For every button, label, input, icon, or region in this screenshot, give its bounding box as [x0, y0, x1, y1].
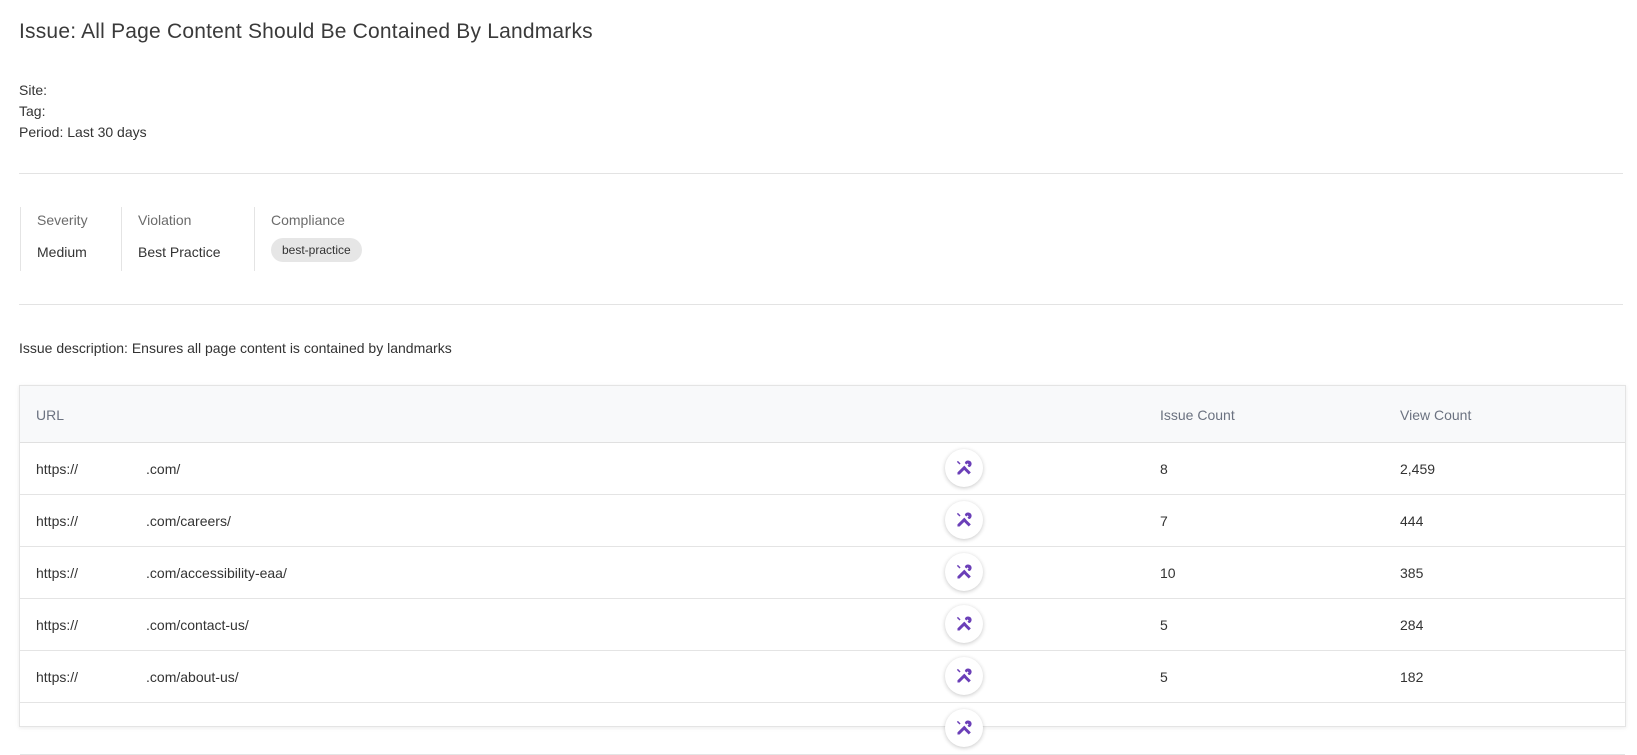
issue-count-cell: 5: [1160, 669, 1168, 685]
url-prefix: https://: [36, 617, 79, 633]
compliance-property: Compliance best-practice: [254, 207, 407, 271]
fix-issue-button[interactable]: [945, 553, 983, 591]
issue-description: Issue description: Ensures all page cont…: [19, 340, 452, 356]
url-cell[interactable]: https:// .com/careers/: [36, 513, 231, 529]
issue-count-cell: 7: [1160, 513, 1168, 529]
fix-issue-button[interactable]: [945, 501, 983, 539]
issue-count-cell: 8: [1160, 461, 1168, 477]
issue-page: Issue: All Page Content Should Be Contai…: [0, 0, 1637, 755]
violation-label: Violation: [138, 212, 192, 228]
issue-count-cell: 10: [1160, 565, 1176, 581]
redacted-domain: [78, 516, 146, 526]
tools-icon: [956, 668, 972, 683]
severity-label: Severity: [37, 212, 88, 228]
table-row[interactable]: https:// .com/careers/ 7 444: [20, 495, 1625, 547]
url-prefix: https://: [36, 513, 79, 529]
url-path: .com/careers/: [146, 513, 231, 529]
url-path: .com/contact-us/: [146, 617, 249, 633]
url-cell[interactable]: https:// .com/about-us/: [36, 669, 239, 685]
url-prefix: https://: [36, 461, 79, 477]
fix-issue-button[interactable]: [945, 449, 983, 487]
url-path: .com/: [146, 461, 181, 477]
url-cell[interactable]: https:// .com/: [36, 461, 180, 477]
view-count-cell: 284: [1400, 617, 1424, 633]
tools-icon: [956, 616, 972, 631]
tag-label: Tag:: [19, 103, 46, 119]
table-row[interactable]: https:// .com/contact-us/ 5 284: [20, 599, 1625, 651]
fix-issue-button[interactable]: [945, 657, 983, 695]
column-header-issue-count[interactable]: Issue Count: [1160, 407, 1235, 423]
view-count-cell: 182: [1400, 669, 1424, 685]
redacted-domain: [78, 568, 146, 578]
issue-meta: Site: Tag: Period: Last 30 days: [19, 80, 147, 143]
url-path: .com/about-us/: [146, 669, 239, 685]
violation-property: Violation Best Practice: [121, 207, 254, 271]
severity-property: Severity Medium: [20, 207, 121, 271]
compliance-label: Compliance: [271, 212, 345, 228]
tools-icon: [956, 564, 972, 579]
fix-issue-button[interactable]: [945, 605, 983, 643]
url-path: .com/accessibility-eaa/: [146, 565, 287, 581]
site-label: Site:: [19, 82, 48, 98]
table-header: URL Issue Count View Count: [20, 386, 1625, 443]
severity-value: Medium: [37, 244, 87, 260]
redacted-domain: [78, 464, 146, 474]
redacted-domain: [78, 672, 146, 682]
violation-value: Best Practice: [138, 244, 221, 260]
divider: [19, 304, 1623, 305]
url-cell[interactable]: https:// .com/contact-us/: [36, 617, 249, 633]
url-table: URL Issue Count View Count https:// .com/…: [19, 385, 1626, 755]
table-row[interactable]: [20, 703, 1625, 755]
issue-count-cell: 5: [1160, 617, 1168, 633]
url-cell[interactable]: https:// .com/accessibility-eaa/: [36, 565, 287, 581]
tools-icon: [956, 720, 972, 735]
period-label: Period: Last 30 days: [19, 124, 147, 140]
table-row[interactable]: https:// .com/ 8 2,459: [20, 443, 1625, 495]
column-header-url[interactable]: URL: [36, 407, 64, 423]
page-title: Issue: All Page Content Should Be Contai…: [19, 20, 593, 43]
compliance-chip: best-practice: [271, 238, 362, 262]
divider: [19, 173, 1623, 174]
issue-properties: Severity Medium Violation Best Practice …: [20, 207, 407, 271]
url-prefix: https://: [36, 669, 79, 685]
column-header-view-count[interactable]: View Count: [1400, 407, 1471, 423]
tools-icon: [956, 512, 972, 527]
url-prefix: https://: [36, 565, 79, 581]
view-count-cell: 385: [1400, 565, 1424, 581]
fix-issue-button[interactable]: [945, 709, 983, 747]
view-count-cell: 2,459: [1400, 461, 1436, 477]
table-row[interactable]: https:// .com/accessibility-eaa/ 10 385: [20, 547, 1625, 599]
table-row[interactable]: https:// .com/about-us/ 5 182: [20, 651, 1625, 703]
tools-icon: [956, 460, 972, 475]
view-count-cell: 444: [1400, 513, 1424, 529]
redacted-domain: [78, 620, 146, 630]
